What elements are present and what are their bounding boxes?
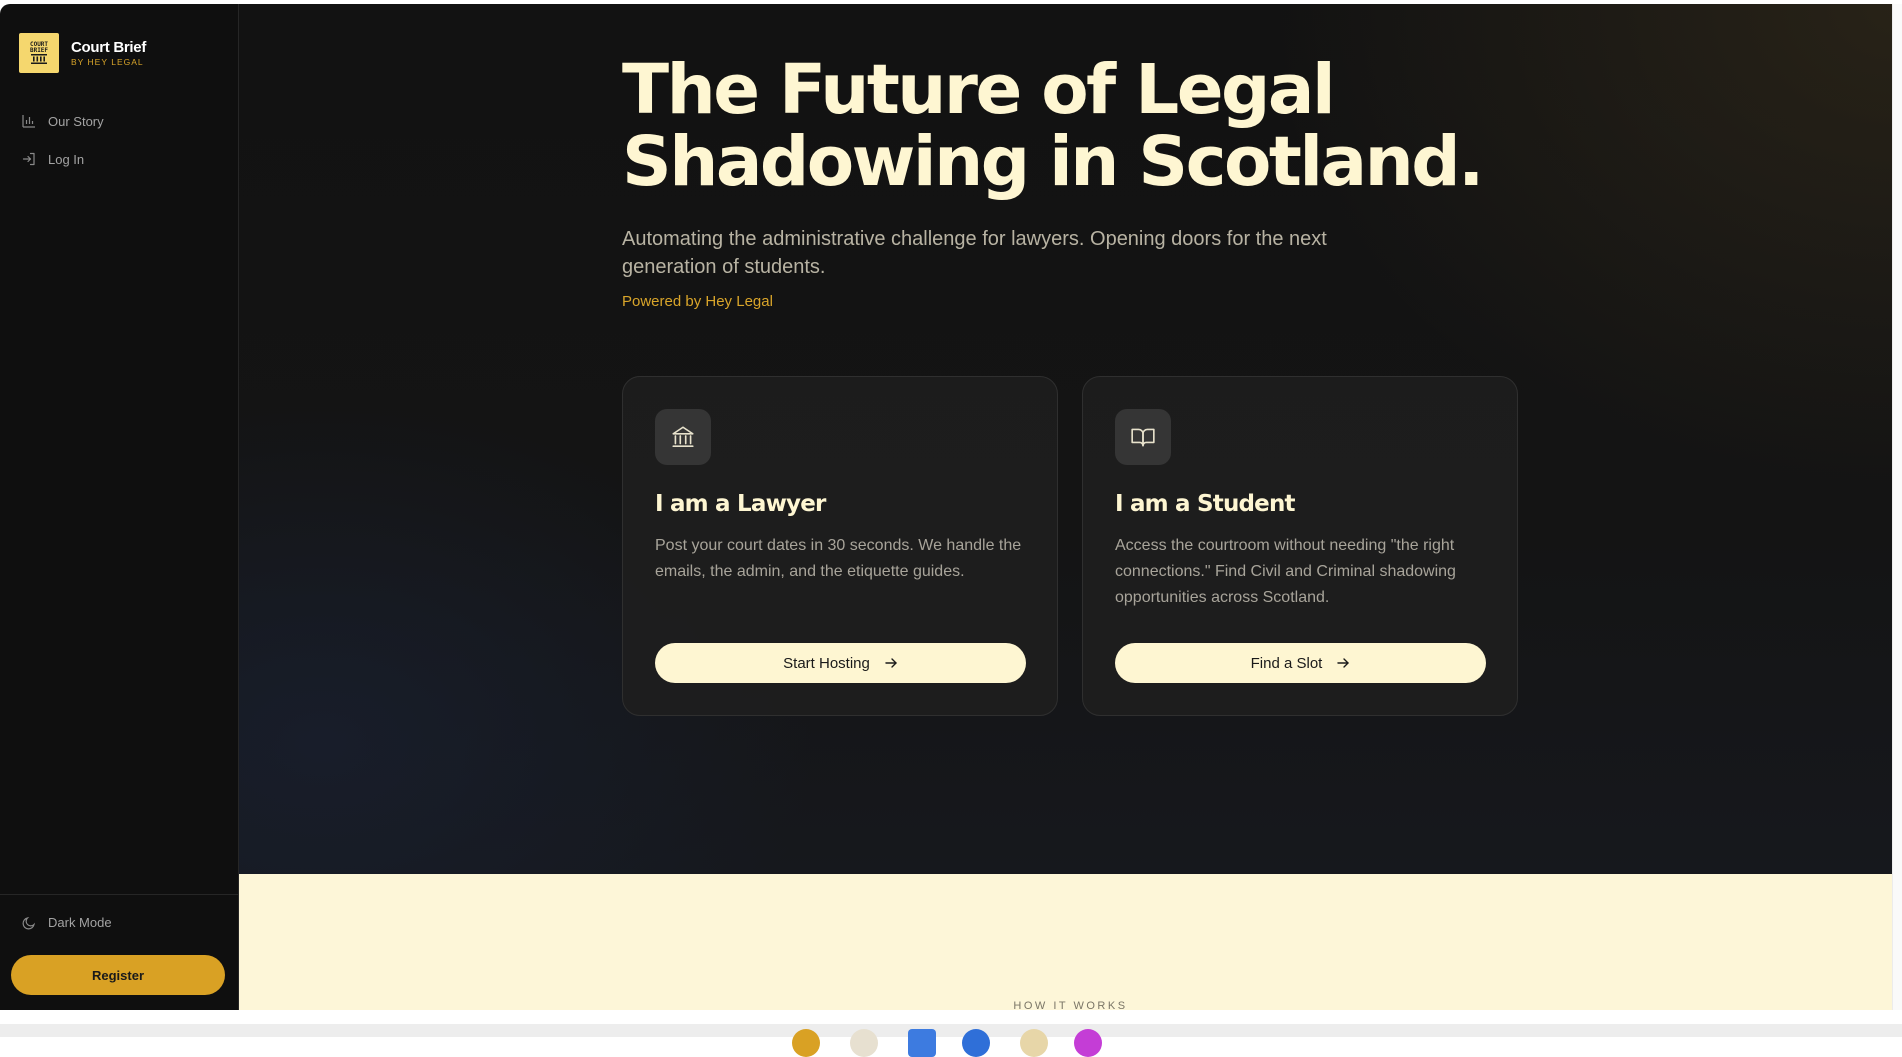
log-in-icon xyxy=(22,152,35,166)
sidebar-item-label: Our Story xyxy=(48,113,104,129)
lawyer-card-title: I am a Lawyer xyxy=(655,491,826,517)
sidebar-item-log-in[interactable]: Log In xyxy=(22,148,104,170)
dock-app-icon[interactable] xyxy=(908,1029,936,1057)
bar-chart-icon xyxy=(22,115,35,128)
student-card: I am a Student Access the courtroom with… xyxy=(1082,376,1518,716)
page-scrollbar[interactable] xyxy=(1892,4,1902,1010)
lawyer-card: I am a Lawyer Post your court dates in 3… xyxy=(622,376,1058,716)
find-a-slot-label: Find a Slot xyxy=(1250,654,1323,672)
role-cards: I am a Lawyer Post your court dates in 3… xyxy=(622,376,1518,716)
sidebar-item-our-story[interactable]: Our Story xyxy=(22,110,104,132)
brand-text: Court Brief BY HEY LEGAL xyxy=(71,39,146,67)
brand-name: Court Brief xyxy=(71,39,147,56)
main-content: The Future of Legal Shadowing in Scotlan… xyxy=(239,4,1902,1010)
sidebar: COURT BRIEF Court Brief BY HEY LEGAL Our… xyxy=(0,4,239,1010)
hero-section: The Future of Legal Shadowing in Scotlan… xyxy=(239,4,1902,874)
open-book-icon xyxy=(1115,409,1171,465)
lawyer-card-description: Post your court dates in 30 seconds. We … xyxy=(655,537,1022,580)
page-title-line-2: Shadowing in Scotland. xyxy=(622,122,1484,202)
brand[interactable]: COURT BRIEF Court Brief BY HEY LEGAL xyxy=(19,33,146,73)
student-card-title: I am a Student xyxy=(1115,491,1296,517)
find-a-slot-button[interactable]: Find a Slot xyxy=(1115,643,1486,683)
columns-icon xyxy=(31,54,47,64)
start-hosting-button[interactable]: Start Hosting xyxy=(655,643,1026,683)
powered-by-link[interactable]: Powered by Hey Legal xyxy=(622,293,773,310)
dock-app-icon[interactable] xyxy=(850,1029,878,1057)
sidebar-footer: Dark Mode Register xyxy=(0,894,238,1010)
moon-icon xyxy=(22,916,35,929)
os-dock xyxy=(0,1024,1902,1057)
hero-subtitle: Automating the administrative challenge … xyxy=(622,228,1327,278)
page-title: The Future of Legal Shadowing in Scotlan… xyxy=(622,54,1522,198)
dark-mode-label: Dark Mode xyxy=(48,915,112,930)
brand-subtitle: BY HEY LEGAL xyxy=(71,57,144,67)
register-button[interactable]: Register xyxy=(11,955,225,995)
page-title-line-1: The Future of Legal xyxy=(622,50,1336,130)
arrow-right-icon xyxy=(885,658,897,668)
arrow-right-icon xyxy=(1337,658,1350,668)
courthouse-icon xyxy=(655,409,711,465)
sidebar-nav: Our Story Log In xyxy=(22,110,104,186)
brand-logo: COURT BRIEF xyxy=(19,33,59,73)
start-hosting-label: Start Hosting xyxy=(783,654,870,672)
student-card-description: Access the courtroom without needing "th… xyxy=(1115,537,1456,606)
dock-app-icon[interactable] xyxy=(962,1029,990,1057)
brand-logo-text: COURT BRIEF xyxy=(29,41,49,54)
dark-mode-toggle[interactable]: Dark Mode xyxy=(22,915,112,930)
sidebar-item-label: Log In xyxy=(48,151,85,167)
app-window: COURT BRIEF Court Brief BY HEY LEGAL Our… xyxy=(0,4,1902,1010)
how-it-works-label: HOW IT WORKS xyxy=(1013,1000,1128,1010)
dock-app-icon[interactable] xyxy=(1074,1029,1102,1057)
dock-app-icon[interactable] xyxy=(1020,1029,1048,1057)
dock-app-icon[interactable] xyxy=(792,1029,820,1057)
